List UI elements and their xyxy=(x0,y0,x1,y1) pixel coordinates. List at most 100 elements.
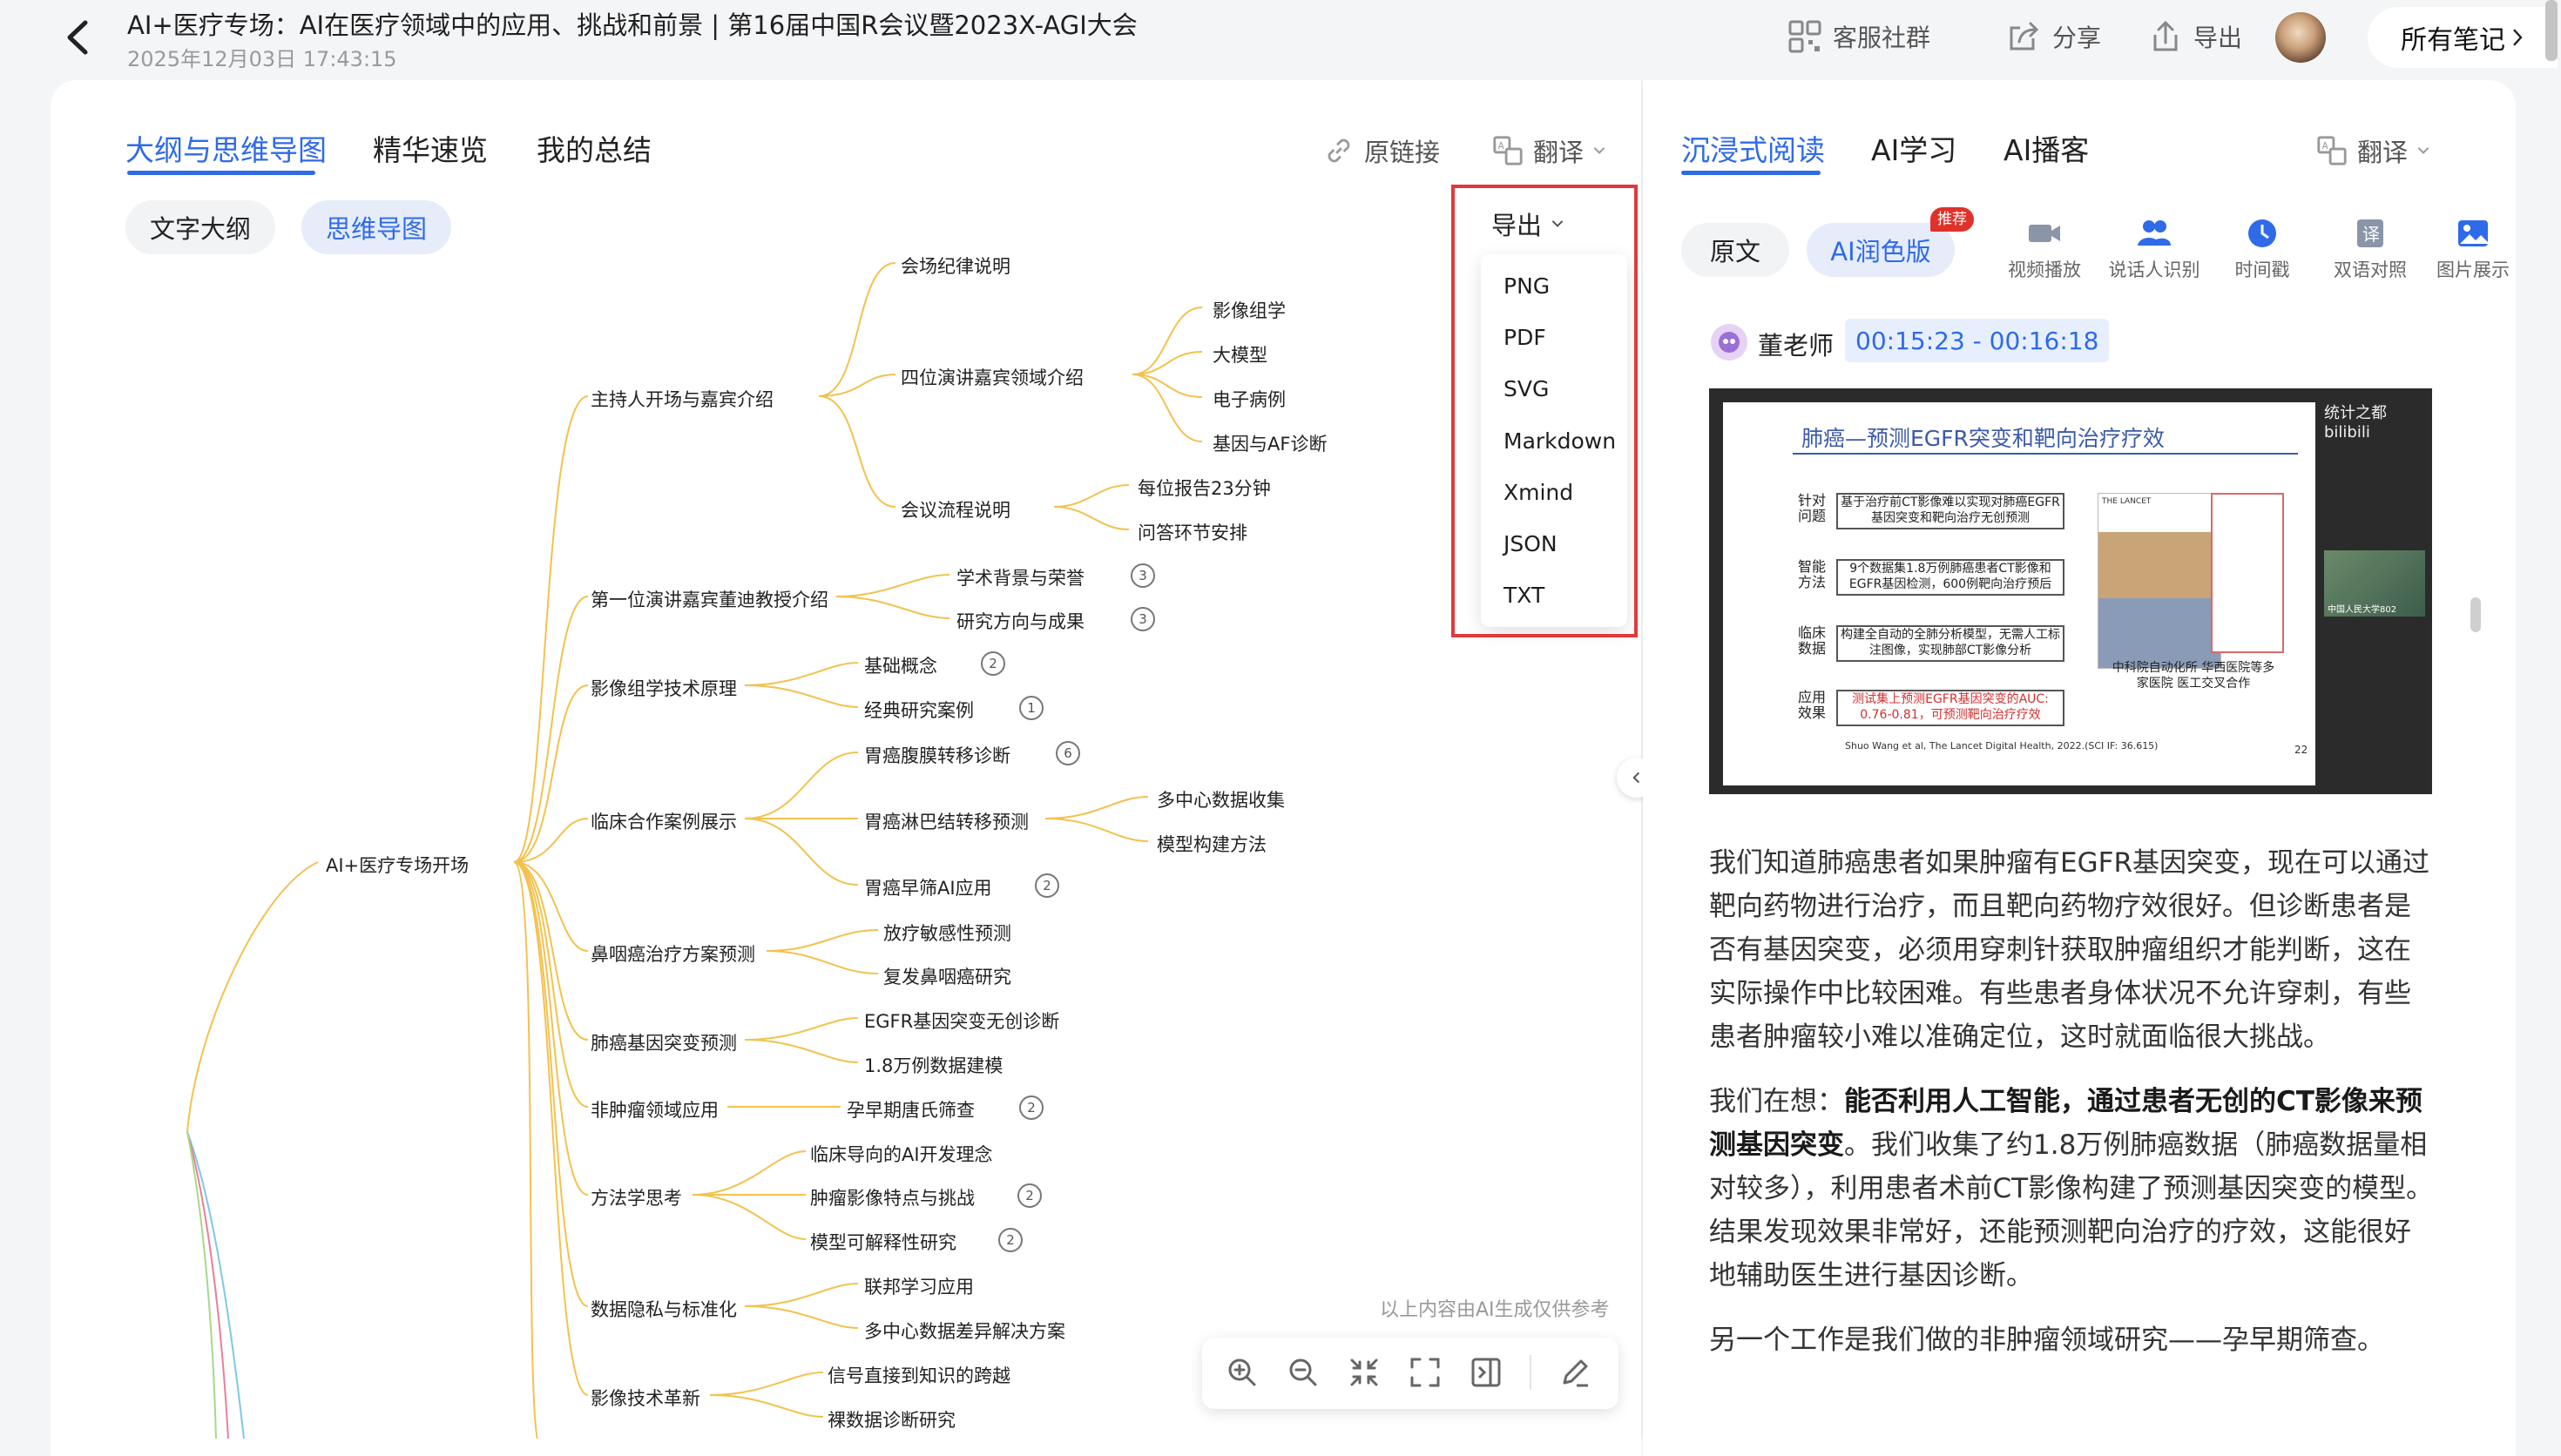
slide-title-rule xyxy=(1793,453,2298,455)
mindmap-node[interactable]: 影像技术革新 xyxy=(591,1385,700,1411)
slide-screenshot[interactable]: 肺癌—预测EGFR突变和靶向治疗疗效 针对问题 基于治疗前CT影像难以实现对肺癌… xyxy=(1709,388,2432,794)
export-header-button[interactable]: 导出 xyxy=(2148,17,2242,56)
mindmap-node[interactable]: 四位演讲嘉宾领域介绍 xyxy=(901,364,1084,390)
translate-label-right: 翻译 xyxy=(2357,138,2409,167)
slide-citation: Shuo Wang et al, The Lancet Digital Heal… xyxy=(1845,740,2159,752)
mindmap-node[interactable]: 非肿瘤领域应用 xyxy=(591,1096,719,1122)
count-badge[interactable]: 2 xyxy=(1035,873,1059,898)
slide-row-label: 针对问题 xyxy=(1797,492,1826,524)
share-icon xyxy=(2010,22,2039,51)
mindmap-node[interactable]: 孕早期唐氏筛查 xyxy=(847,1096,975,1122)
bilingual-icon: 译 xyxy=(2357,219,2383,247)
count-badge[interactable]: 2 xyxy=(981,651,1005,676)
sidebar-toggle-icon[interactable] xyxy=(1469,1355,1503,1390)
avatar[interactable] xyxy=(2275,12,2326,63)
mindmap-node[interactable]: 信号直接到知识的跨越 xyxy=(828,1362,1010,1388)
mindmap-node[interactable]: 第一位演讲嘉宾董迪教授介绍 xyxy=(591,586,828,612)
zoom-in-icon[interactable] xyxy=(1225,1355,1260,1390)
bilibili-watermark: 统计之都 bilibili xyxy=(2324,404,2387,442)
mindmap-node[interactable]: 放疗敏感性预测 xyxy=(883,920,1011,946)
speaker-id-label: 说话人识别 xyxy=(2108,260,2200,280)
mindmap-node[interactable]: 研究方向与成果 xyxy=(956,608,1085,634)
mindmap-root[interactable]: AI+医疗专场开场 xyxy=(326,852,469,878)
timestamp-link[interactable]: 00:15:23 - 00:16:18 xyxy=(1845,319,2110,362)
fullscreen-icon[interactable] xyxy=(1408,1355,1443,1390)
translate-icon: A xyxy=(2317,136,2347,165)
translate-button-right[interactable]: A 翻译 xyxy=(2315,132,2430,169)
mindmap-node[interactable]: 数据隐私与标准化 xyxy=(591,1296,737,1322)
mindmap-connectors xyxy=(186,262,1203,1439)
community-label: 客服社群 xyxy=(1833,24,1931,52)
window-scrollbar[interactable] xyxy=(2545,0,2558,61)
transcript-paragraph: 另一个工作是我们做的非肿瘤领域研究——孕早期筛查。 xyxy=(1709,1325,2384,1356)
speaker-camera-inset: 中国人民大学802 xyxy=(2324,550,2425,617)
mindmap-node[interactable]: 主持人开场与嘉宾介绍 xyxy=(591,386,774,412)
mindmap-node[interactable]: 多中心数据差异解决方案 xyxy=(864,1318,1065,1344)
mindmap-node[interactable]: 会场纪律说明 xyxy=(901,253,1010,279)
edit-pen-icon[interactable] xyxy=(1558,1355,1592,1390)
count-badge[interactable]: 3 xyxy=(1131,563,1155,588)
mindmap-node[interactable]: 模型可解释性研究 xyxy=(810,1229,956,1255)
mindmap-node[interactable]: 会议流程说明 xyxy=(901,496,1010,522)
mindmap-node[interactable]: 多中心数据收集 xyxy=(1157,786,1285,812)
mindmap-node[interactable]: 1.8万例数据建模 xyxy=(864,1052,1003,1078)
mindmap-node[interactable]: 临床导向的AI开发理念 xyxy=(810,1141,993,1167)
mindmap-node[interactable]: 临床合作案例展示 xyxy=(591,808,737,834)
mindmap-node[interactable]: 影像组学 xyxy=(1213,297,1286,323)
count-badge[interactable]: 3 xyxy=(1131,607,1155,631)
count-badge[interactable]: 2 xyxy=(1019,1095,1044,1120)
slide-page-number: 22 xyxy=(2294,744,2308,756)
share-button[interactable]: 分享 xyxy=(2007,17,2101,56)
image-display-tool[interactable]: 图片展示 xyxy=(2425,218,2521,282)
mindmap-node[interactable]: EGFR基因突变无创诊断 xyxy=(864,1008,1059,1034)
upload-icon xyxy=(2153,20,2178,51)
speaker-name[interactable]: 董老师 xyxy=(1758,326,1834,362)
chevron-down-icon xyxy=(2417,147,2429,154)
reading-scrollbar[interactable] xyxy=(2470,597,2481,632)
mindmap-node[interactable]: 鼻咽癌治疗方案预测 xyxy=(591,940,755,967)
mindmap-node[interactable]: 胃癌腹膜转移诊断 xyxy=(864,742,1010,768)
bilingual-tool[interactable]: 译 双语对照 xyxy=(2322,218,2418,282)
mindmap-node[interactable]: 基础概念 xyxy=(864,652,937,678)
speaker-id-tool[interactable]: 说话人识别 xyxy=(2106,218,2202,282)
mindmap-node[interactable]: 模型构建方法 xyxy=(1157,831,1267,857)
zoom-out-icon[interactable] xyxy=(1286,1355,1321,1390)
mindmap-node[interactable]: 胃癌淋巴结转移预测 xyxy=(864,808,1029,834)
image-icon xyxy=(2458,220,2488,246)
slide-row-text: 构建全自动的全肺分析模型，无需人工标注图像，实现肺部CT影像分析 xyxy=(1836,625,2064,662)
mindmap-node[interactable]: 胃癌早筛AI应用 xyxy=(864,874,992,900)
mindmap-node[interactable]: 基因与AF诊断 xyxy=(1213,430,1327,456)
mindmap-node[interactable]: 裸数据诊断研究 xyxy=(828,1406,956,1432)
active-tab-underline xyxy=(1681,171,1821,175)
tab-ai-learning[interactable]: AI学习 xyxy=(1871,127,1956,169)
count-badge[interactable]: 1 xyxy=(1019,696,1044,720)
mindmap-node[interactable]: 联邦学习应用 xyxy=(864,1273,974,1299)
mindmap-node[interactable]: 肿瘤影像特点与挑战 xyxy=(810,1184,975,1210)
mindmap-node[interactable]: 肺癌基因突变预测 xyxy=(591,1029,737,1055)
mindmap-node[interactable]: 问答环节安排 xyxy=(1138,519,1247,545)
original-mode-toggle[interactable]: 原文 xyxy=(1681,223,1789,277)
collapse-icon[interactable] xyxy=(1347,1355,1382,1390)
video-play-tool[interactable]: 视频播放 xyxy=(1997,218,2092,282)
mindmap-node[interactable]: 电子病例 xyxy=(1213,386,1286,412)
count-badge[interactable]: 6 xyxy=(1056,741,1080,765)
robot-face-icon xyxy=(1719,332,1740,353)
all-notes-button[interactable]: 所有笔记 xyxy=(2368,7,2558,68)
mindmap-node[interactable]: 影像组学技术原理 xyxy=(591,675,737,701)
mindmap-node[interactable]: 经典研究案例 xyxy=(864,697,974,723)
count-badge[interactable]: 2 xyxy=(1017,1183,1042,1208)
mindmap-node[interactable]: 复发鼻咽癌研究 xyxy=(883,963,1011,989)
toolbar-divider xyxy=(1530,1355,1531,1390)
qrcode-icon xyxy=(1788,20,1821,53)
tab-ai-podcast[interactable]: AI播客 xyxy=(2004,127,2089,169)
mindmap-node[interactable]: 方法学思考 xyxy=(591,1184,682,1210)
slide-title: 肺癌—预测EGFR突变和靶向治疗疗效 xyxy=(1801,426,2165,451)
mindmap-node[interactable]: 每位报告23分钟 xyxy=(1138,475,1271,501)
export-header-label: 导出 xyxy=(2193,24,2243,52)
count-badge[interactable]: 2 xyxy=(998,1228,1023,1252)
timestamp-tool[interactable]: 时间戳 xyxy=(2214,218,2310,282)
mindmap-node[interactable]: 大模型 xyxy=(1213,341,1267,367)
tab-immersive-reading[interactable]: 沉浸式阅读 xyxy=(1681,127,1825,169)
mindmap-node[interactable]: 学术背景与荣誉 xyxy=(956,564,1085,590)
community-button[interactable]: 客服社群 xyxy=(1787,17,1930,56)
